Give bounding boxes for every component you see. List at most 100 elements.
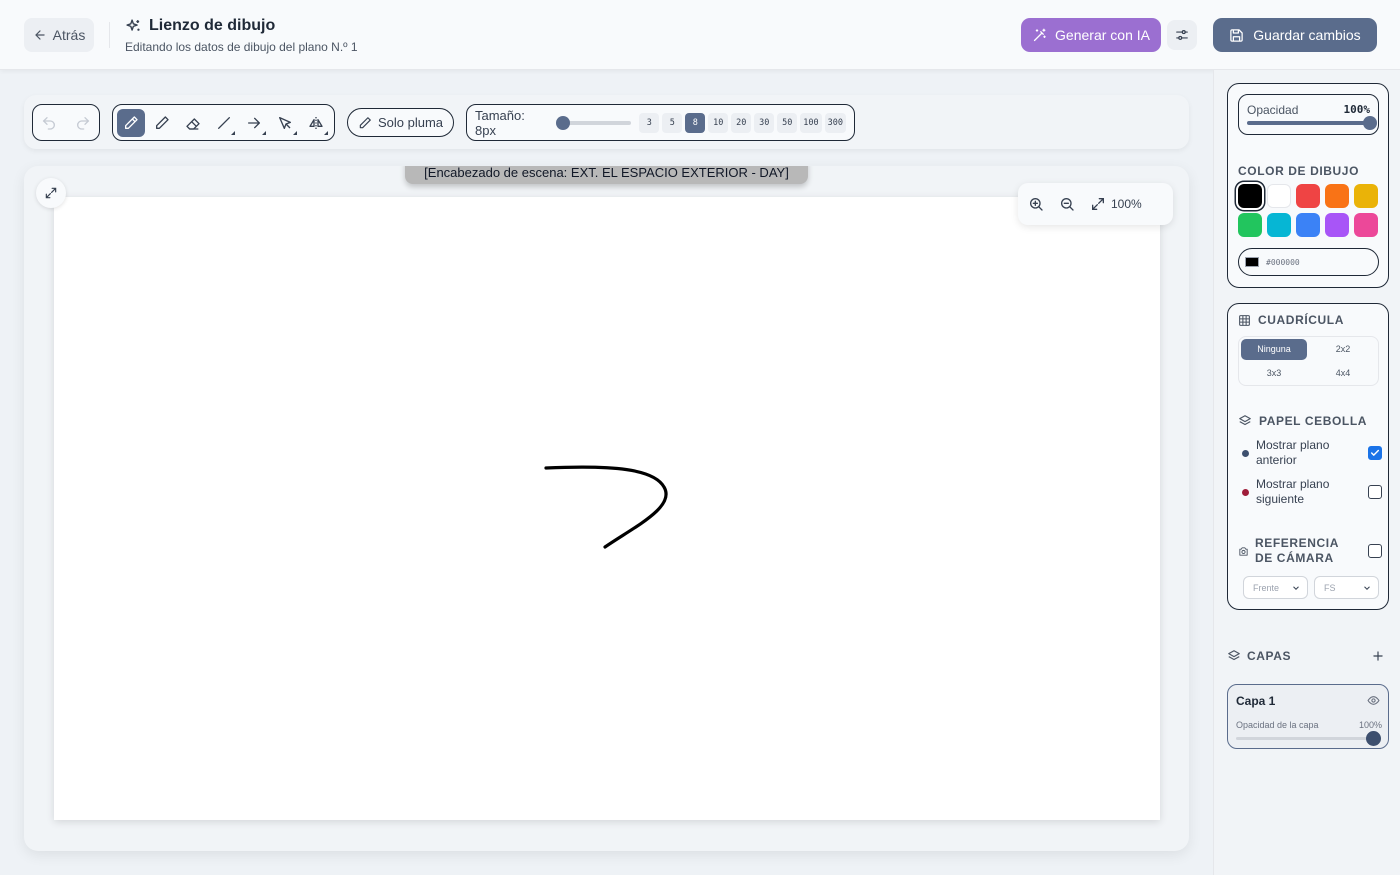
size-preset-5[interactable]: 5 [662,112,683,133]
tool-mirror[interactable] [302,109,330,137]
size-preset-10[interactable]: 10 [708,112,729,133]
grid-option-ninguna[interactable]: Ninguna [1241,339,1307,360]
grid-icon [1239,314,1250,326]
grid-section-header: CUADRÍCULA [1238,313,1344,327]
sparkles-icon [126,18,140,31]
pen-only-label: Solo pluma [377,115,444,130]
color-swatch[interactable] [1238,213,1262,237]
color-swatch[interactable] [1267,184,1291,208]
camera-reference-checkbox[interactable] [1368,544,1382,558]
size-preset-3[interactable]: 3 [639,112,660,133]
opacity-slider-handle[interactable] [1363,116,1377,130]
size-preset-300[interactable]: 300 [824,112,846,133]
sliders-icon [1176,30,1188,40]
arrow-icon [248,117,261,128]
hex-color-input[interactable]: #000000 [1238,248,1379,276]
zoom-in-button[interactable] [1028,196,1044,212]
chevron-down-icon [1364,585,1370,590]
zoom-out-button[interactable] [1059,196,1075,212]
tool-select[interactable] [271,109,299,137]
size-slider[interactable] [555,115,632,130]
undo-icon [42,116,55,130]
grid-option-4x4[interactable]: 4x4 [1310,363,1376,384]
color-swatch[interactable] [1354,213,1378,237]
pen-only-toggle[interactable]: Solo pluma [347,108,454,137]
camera-icon [1239,546,1248,556]
camera-reference-row: REFERENCIA DE CÁMARA [1238,536,1382,566]
size-slider-handle[interactable] [555,115,570,130]
camera-angle-value: Frente [1253,582,1280,593]
fullscreen-button[interactable] [36,178,66,208]
tools-group [112,104,335,141]
header-divider [109,22,110,48]
layer-item[interactable]: Capa 1 Opacidad de la capa 100% [1227,684,1389,749]
color-swatch[interactable] [1267,213,1291,237]
color-swatch[interactable] [1238,184,1262,208]
layer-visibility-toggle[interactable] [1367,694,1380,707]
layers-header: CAPAS [1227,645,1389,667]
settings-button[interactable] [1167,20,1197,50]
generate-ai-button[interactable]: Generar con IA [1021,18,1161,52]
pen-icon [124,115,138,129]
mirror-icon [309,116,323,129]
grid-options: Ninguna 2x2 3x3 4x4 [1238,336,1379,386]
opacity-value: 100% [1343,103,1371,116]
save-label: Guardar cambios [1253,27,1361,43]
zoom-fit-button[interactable] [1090,196,1106,212]
select-icon [279,116,292,129]
brush-panel: Opacidad 100% COLOR DE DIBUJO #000000 [1227,83,1389,288]
color-swatch[interactable] [1296,184,1320,208]
layer-opacity-handle[interactable] [1366,731,1381,746]
size-preset-100[interactable]: 100 [800,112,822,133]
guides-panel: CUADRÍCULA Ninguna 2x2 3x3 4x4 PAPEL CEBOLL… [1227,303,1389,610]
color-swatch[interactable] [1296,213,1320,237]
color-swatch[interactable] [1354,184,1378,208]
tool-options-corner [262,130,267,135]
camera-shot-select[interactable]: FS [1314,576,1379,599]
history-group [32,104,100,141]
onion-prev-checkbox[interactable] [1368,446,1382,460]
tool-options-corner [231,130,236,135]
onion-next-label: Mostrar plano siguiente [1256,477,1330,506]
save-icon [1230,28,1244,42]
grid-section-title: CUADRÍCULA [1258,313,1344,327]
size-preset-50[interactable]: 50 [777,112,798,133]
onion-next-checkbox[interactable] [1368,485,1382,499]
onion-prev-color-dot [1242,449,1249,457]
onion-section-header: PAPEL CEBOLLA [1238,414,1367,428]
add-layer-button[interactable] [1367,645,1389,667]
header-bar: Atrás Lienzo de dibujo Editando los dato… [0,0,1400,70]
layer-name: Capa 1 [1236,694,1276,708]
back-button[interactable]: Atrás [24,18,94,52]
scene-heading: [Encabezado de escena: EXT. EL ESPACIO E… [405,166,808,184]
onion-section-title: PAPEL CEBOLLA [1259,414,1368,428]
save-button[interactable]: Guardar cambios [1213,18,1377,52]
layer-opacity-slider[interactable] [1236,731,1381,746]
undo-button[interactable] [41,115,57,131]
drawing-toolbar: Solo pluma Tamaño: 8px 3 5 8 10 20 30 50 100 300 [24,95,1189,149]
opacity-slider[interactable] [1247,116,1377,130]
tool-line[interactable] [210,109,238,137]
grid-option-2x2[interactable]: 2x2 [1310,339,1376,360]
size-preset-20[interactable]: 20 [731,112,752,133]
eraser-icon [185,117,200,130]
color-swatch[interactable] [1325,184,1349,208]
camera-angle-select[interactable]: Frente [1243,576,1308,599]
grid-option-3x3[interactable]: 3x3 [1241,363,1307,384]
opacity-control: Opacidad 100% [1238,94,1379,135]
zoom-out-icon [1061,198,1074,211]
color-swatch[interactable] [1325,213,1349,237]
layer-opacity-label: Opacidad de la capa [1236,720,1319,730]
eye-icon [1367,696,1380,705]
maximize-icon [1092,198,1104,210]
tool-pencil[interactable] [148,109,176,137]
hex-color-value: #000000 [1266,257,1300,267]
size-preset-30[interactable]: 30 [754,112,775,133]
redo-button[interactable] [75,115,91,131]
tool-pen[interactable] [117,108,145,137]
drawing-canvas[interactable] [54,197,1160,820]
magic-wand-icon [1033,28,1046,41]
size-preset-8[interactable]: 8 [685,112,706,133]
tool-eraser[interactable] [179,109,207,137]
tool-arrow[interactable] [240,109,268,137]
